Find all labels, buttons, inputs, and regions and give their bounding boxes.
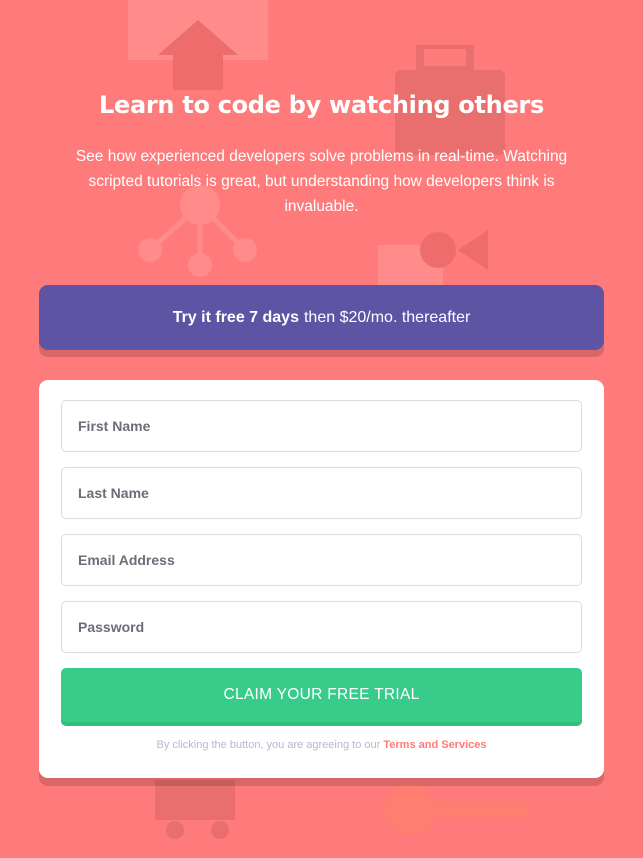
signup-form: CLAIM YOUR FREE TRIAL By clicking the bu…: [39, 380, 604, 778]
claim-trial-button[interactable]: CLAIM YOUR FREE TRIAL: [61, 668, 582, 722]
password-field[interactable]: [61, 601, 582, 653]
house-icon: [128, 0, 268, 90]
promo-banner: Try it free 7 days then $20/mo. thereaft…: [39, 285, 604, 350]
promo-highlight: Try it free 7 days: [172, 308, 299, 326]
page-description: See how experienced developers solve pro…: [75, 148, 568, 215]
password-input[interactable]: [78, 619, 581, 635]
email-input[interactable]: [78, 552, 581, 568]
terms-link[interactable]: Terms and Services: [383, 739, 486, 751]
last-name-field[interactable]: [61, 467, 582, 519]
cart-icon: [155, 780, 235, 839]
key-icon: [384, 784, 530, 836]
first-name-field[interactable]: [61, 400, 582, 452]
promo-text: then $20/mo. thereafter: [303, 308, 471, 326]
page-title: Learn to code by watching others: [99, 91, 544, 119]
hero: Learn to code by watching others See how…: [0, 88, 643, 219]
terms-prefix: By clicking the button, you are agreeing…: [156, 739, 381, 751]
last-name-input[interactable]: [78, 485, 581, 501]
first-name-input[interactable]: [78, 418, 581, 434]
terms-notice: By clicking the button, you are agreeing…: [39, 739, 604, 751]
email-field[interactable]: [61, 534, 582, 586]
